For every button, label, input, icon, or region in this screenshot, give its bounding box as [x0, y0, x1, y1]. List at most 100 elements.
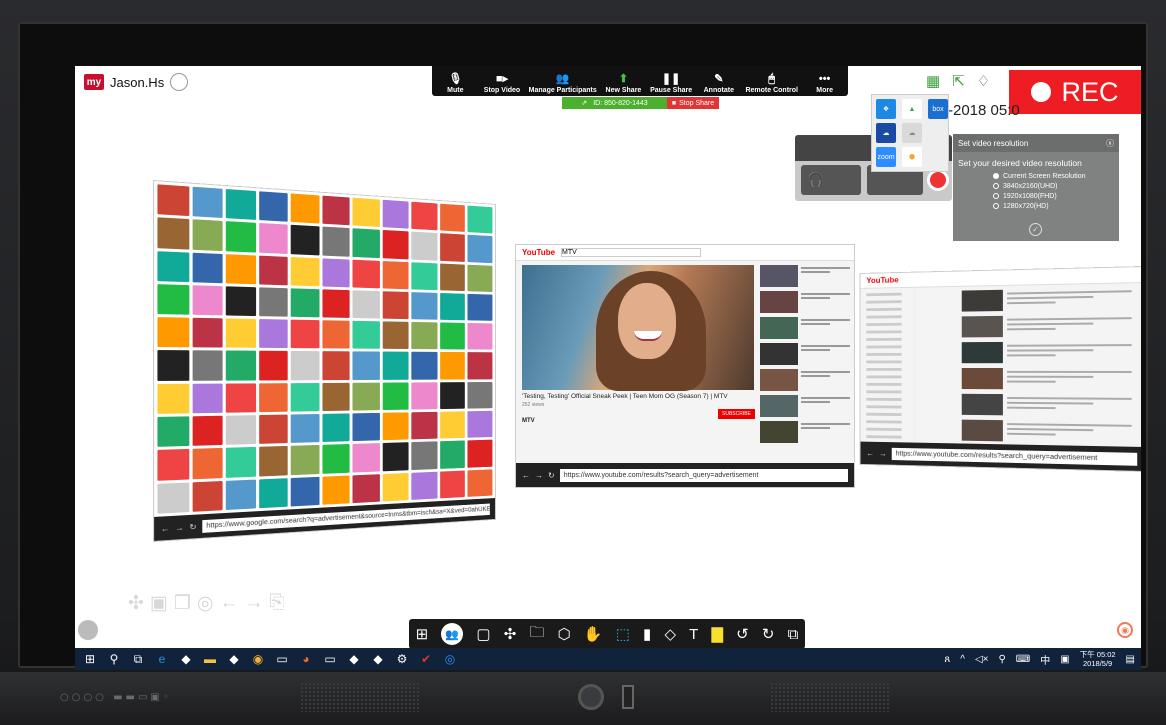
screenshot-icon[interactable]: ▢ — [476, 625, 490, 643]
text-icon[interactable]: T — [689, 626, 698, 643]
image-thumbnail[interactable] — [225, 383, 256, 413]
back-icon[interactable]: ← — [161, 524, 170, 533]
copy-icon[interactable]: ❐ — [174, 592, 191, 615]
image-thumbnail[interactable] — [352, 412, 380, 442]
image-thumbnail[interactable] — [192, 480, 223, 512]
image-thumbnail[interactable] — [290, 288, 320, 318]
image-thumbnail[interactable] — [411, 231, 438, 261]
settings-icon[interactable]: ⚙ — [393, 651, 411, 667]
image-thumbnail[interactable] — [157, 350, 189, 381]
reload-icon[interactable]: ↻ — [548, 471, 555, 480]
result-item[interactable] — [961, 368, 1132, 390]
image-thumbnail[interactable] — [157, 184, 189, 217]
image-thumbnail[interactable] — [290, 193, 320, 224]
network-icon[interactable]: ⚲ — [998, 654, 1005, 665]
image-thumbnail[interactable] — [440, 203, 466, 233]
result-item[interactable] — [961, 393, 1132, 417]
image-thumbnail[interactable] — [382, 230, 409, 260]
image-thumbnail[interactable] — [440, 322, 466, 350]
image-thumbnail[interactable] — [440, 233, 466, 262]
image-thumbnail[interactable] — [322, 226, 350, 257]
image-thumbnail[interactable] — [192, 285, 223, 316]
image-thumbnail[interactable] — [225, 318, 256, 349]
image-thumbnail[interactable] — [290, 476, 320, 507]
windows-start-icon[interactable]: ⊞ — [81, 651, 99, 667]
zoom-icon[interactable]: ◎ — [441, 651, 459, 667]
image-thumbnail[interactable] — [192, 448, 223, 480]
image-thumbnail[interactable] — [290, 319, 320, 349]
ime-indicator[interactable]: 中 — [1040, 652, 1050, 667]
youtube-search-input[interactable]: MTV — [561, 248, 702, 257]
move-icon[interactable]: ✣ — [504, 625, 517, 643]
edge-icon[interactable]: e — [153, 651, 171, 667]
image-thumbnail[interactable] — [322, 257, 350, 288]
image-thumbnail[interactable] — [258, 383, 288, 413]
image-thumbnail[interactable] — [157, 317, 189, 348]
people-icon[interactable]: ጸ — [944, 654, 950, 665]
image-thumbnail[interactable] — [411, 352, 438, 380]
image-thumbnail[interactable] — [258, 446, 288, 477]
related-video-item[interactable] — [760, 395, 850, 417]
result-item[interactable] — [961, 287, 1132, 312]
select-icon[interactable]: ⬚ — [616, 625, 630, 643]
related-video-item[interactable] — [760, 421, 850, 443]
file-explorer-icon[interactable]: ▬ — [201, 651, 219, 667]
image-thumbnail[interactable] — [290, 225, 320, 256]
search-icon[interactable]: ⚲ — [105, 651, 123, 667]
image-thumbnail[interactable] — [157, 284, 189, 315]
image-thumbnail[interactable] — [225, 350, 256, 381]
image-thumbnail[interactable] — [258, 191, 288, 223]
image-thumbnail[interactable] — [382, 412, 409, 441]
image-thumbnail[interactable] — [322, 320, 350, 349]
image-thumbnail[interactable] — [352, 228, 380, 258]
image-thumbnail[interactable] — [258, 287, 288, 317]
image-thumbnail[interactable] — [382, 351, 409, 380]
image-thumbnail[interactable] — [382, 442, 409, 472]
windows-icon[interactable]: ⊞ — [416, 625, 429, 643]
image-thumbnail[interactable] — [322, 382, 350, 412]
image-thumbnail[interactable] — [411, 441, 438, 470]
image-thumbnail[interactable] — [225, 447, 256, 478]
image-thumbnail[interactable] — [258, 319, 288, 349]
arrow-left-icon[interactable]: ← — [220, 592, 239, 615]
video-player[interactable] — [522, 265, 754, 391]
check-icon[interactable]: ✔ — [417, 651, 435, 667]
image-thumbnail[interactable] — [352, 473, 380, 504]
related-video-item[interactable] — [760, 343, 850, 365]
eraser-icon[interactable]: ◇ — [664, 625, 676, 643]
image-thumbnail[interactable] — [225, 286, 256, 317]
image-thumbnail[interactable] — [467, 234, 493, 263]
image-thumbnail[interactable] — [382, 260, 409, 290]
move-icon[interactable]: ✣ — [128, 592, 144, 615]
app-icon[interactable]: ◆ — [369, 651, 387, 667]
image-thumbnail[interactable] — [192, 415, 223, 447]
box-icon[interactable]: ⬡ — [558, 625, 571, 643]
reload-icon[interactable]: ↻ — [189, 522, 196, 531]
power-button[interactable] — [578, 684, 604, 710]
related-video-item[interactable] — [760, 369, 850, 391]
back-icon[interactable]: ← — [866, 449, 874, 458]
image-thumbnail[interactable] — [225, 479, 256, 511]
app-icon[interactable]: ◆ — [345, 651, 363, 667]
image-thumbnail[interactable] — [467, 439, 493, 468]
youtube-window[interactable]: YouTube MTV 'Testing, Testing' Official … — [515, 244, 855, 488]
arrow-right-icon[interactable]: → — [245, 592, 264, 615]
image-thumbnail[interactable] — [290, 445, 320, 475]
image-thumbnail[interactable] — [290, 414, 320, 444]
subscribe-button[interactable]: SUBSCRIBE — [718, 409, 755, 419]
volume-icon[interactable]: ◁× — [975, 654, 989, 665]
address-bar[interactable]: https://www.youtube.com/results?search_q… — [559, 468, 848, 482]
task-view-icon[interactable]: ⧉ — [129, 651, 147, 667]
image-thumbnail[interactable] — [258, 223, 288, 254]
forward-icon[interactable]: → — [535, 471, 543, 480]
image-thumbnail[interactable] — [322, 413, 350, 443]
image-thumbnail[interactable] — [440, 470, 466, 499]
image-thumbnail[interactable] — [467, 323, 493, 351]
page-icon[interactable]: ⧉ — [788, 626, 799, 643]
image-thumbnail[interactable] — [157, 482, 189, 514]
image-thumbnail[interactable] — [225, 415, 256, 446]
image-thumbnail[interactable] — [258, 351, 288, 381]
image-thumbnail[interactable] — [467, 264, 493, 292]
image-thumbnail[interactable] — [352, 351, 380, 380]
image-thumbnail[interactable] — [225, 221, 256, 253]
